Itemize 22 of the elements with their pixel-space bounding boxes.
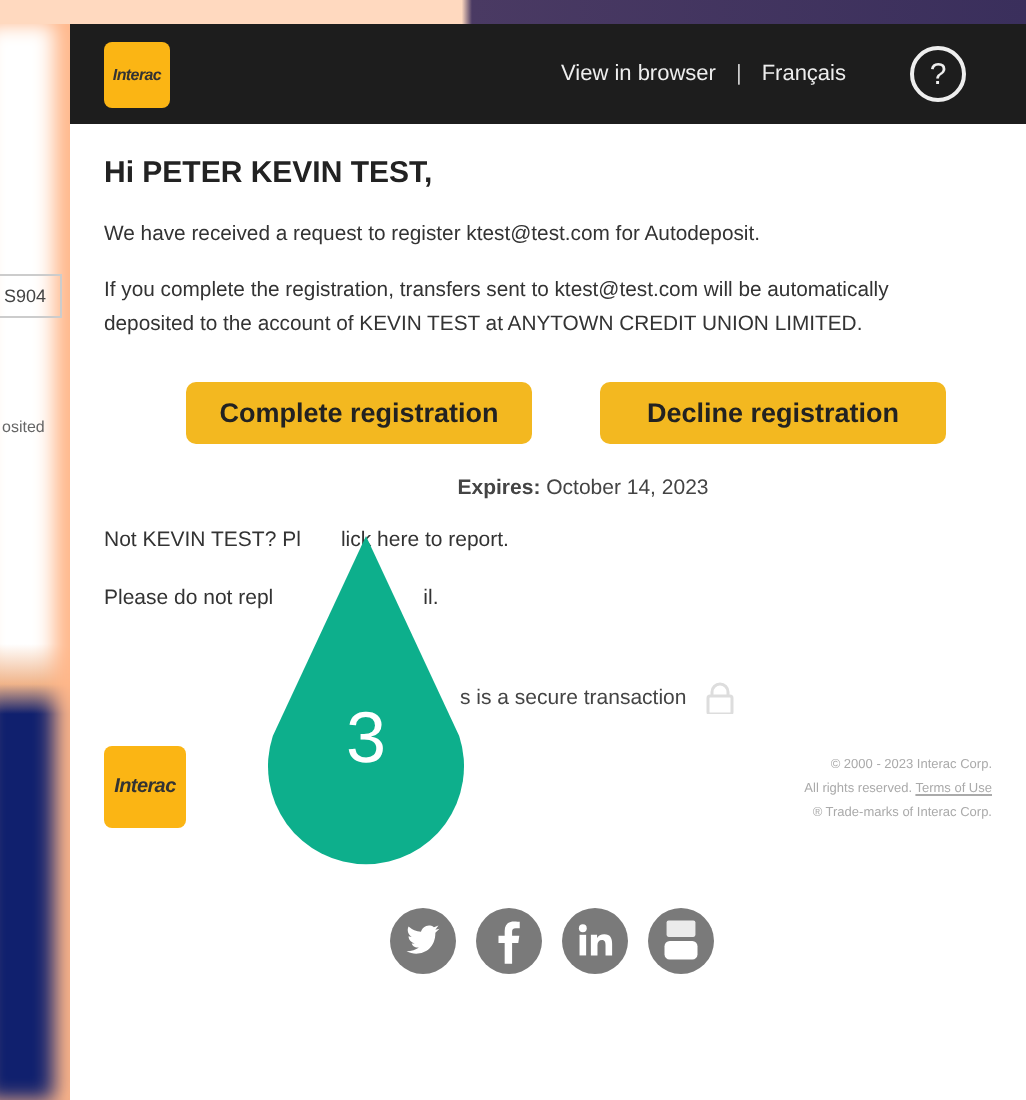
language-link[interactable]: Français [761,62,846,86]
linkedin-icon[interactable] [561,908,627,974]
registration-button[interactable]: Decline registration [600,382,946,444]
input-field[interactable]: S904 [0,274,62,318]
help-button[interactable]: ? [910,46,966,102]
view-in-browser-link[interactable]: View in browser [561,62,716,86]
lock-icon [706,682,735,714]
secure-transaction-text: s is a secure transaction [460,686,687,710]
interac-logo: Interac [104,746,186,828]
bird-icon[interactable] [389,908,455,974]
text-fragment: Please do not repl [104,586,274,610]
registration-button[interactable]: Complete registration [186,382,532,444]
facebook-icon[interactable] [475,908,541,974]
interac-logo: Interac [104,41,170,107]
paragraph: We have received a request to register ktest@test.com for Autodeposit. [104,222,763,250]
text-fragment: il. [423,586,439,610]
separator: | [735,62,742,86]
text-fragment: osited [2,418,47,436]
paragraph: If you complete the registration, transfers sent to ktest@test.com will be automatically deposited to the account of KEVIN TEST at ANYTOWN CREDIT UNION LIMITED. [104,278,891,340]
greeting: Hi PETER KEVIN TEST, [104,156,435,190]
expiry-date: Expires: October 14, 2023 [455,476,711,500]
text-fragment: Not KEVIN TEST? Pl [104,528,301,552]
